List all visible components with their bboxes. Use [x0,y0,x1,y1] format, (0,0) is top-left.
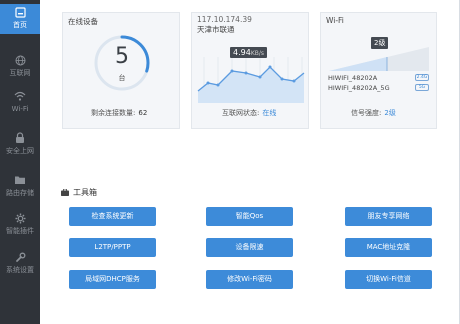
signal-label: 信号强度: [351,109,382,117]
sidebar-item-label: 系统设置 [6,266,34,274]
sidebar-item-plugins[interactable]: 智能插件 [0,210,40,240]
l2tp-pptp-button[interactable]: L2TP/PPTP [69,238,156,257]
signal-value: 2级 [384,109,396,117]
ssid-5g: HIWIFI_48202A_5G [328,84,390,92]
wrench-icon [15,249,26,265]
internet-status: 互联网状态: 在线 [222,108,276,118]
lan-dhcp-button[interactable]: 局域网DHCP服务 [69,270,156,289]
mac-clone-button[interactable]: MAC地址克隆 [345,238,432,257]
sidebar-item-home[interactable]: 首页 [0,4,40,34]
sidebar-item-label: Wi-Fi [11,105,29,113]
card-title: Wi-Fi [326,16,344,25]
toolbox-title: 工具箱 [73,188,97,197]
online-devices-card[interactable]: 在线设备 5 台 剩余连接数量: 62 [62,12,180,129]
sidebar-item-internet[interactable]: 互联网 [0,52,40,82]
ip-address: 117.10.174.39 [197,15,252,24]
speed-badge: 4.94KB/s [230,47,268,58]
device-count: 5 [115,44,129,69]
speed-unit: KB/s [250,50,265,57]
gear-icon [15,210,26,226]
device-speed-limit-button[interactable]: 设备限速 [206,238,293,257]
signal-strength: 信号强度: 2级 [351,108,396,118]
guest-network-button[interactable]: 朋友专享网络 [345,207,432,226]
folder-icon [14,172,26,188]
status-label: 互联网状态: [222,109,260,117]
ssid-24g: HIWIFI_48202A [328,74,378,82]
signal-level-badge: 2级 [371,37,389,49]
sidebar-item-label: 智能插件 [6,227,34,235]
sidebar-item-security[interactable]: 安全上网 [0,130,40,160]
sidebar-item-wifi[interactable]: Wi-Fi [0,88,40,118]
band-5g-badge: 5G [415,84,429,91]
change-wifi-password-button[interactable]: 修改Wi-Fi密码 [206,270,293,289]
main-content: 在线设备 5 台 剩余连接数量: 62 117.10.174.39 天津市联通 4… [40,0,460,324]
wifi-card[interactable]: Wi-Fi 2级 HIWIFI_48202A 2.4G HIWIFI_48202… [320,12,437,129]
smart-qos-button[interactable]: 智能Qos [206,207,293,226]
device-unit: 台 [118,74,126,82]
sidebar-item-label: 安全上网 [6,147,34,155]
sidebar-item-label: 互联网 [9,69,31,77]
speed-value: 4.94 [233,48,251,57]
speed-graph [197,57,305,103]
lock-icon [15,130,25,146]
toolbox-icon [61,189,69,196]
internet-card[interactable]: 117.10.174.39 天津市联通 4.94KB/s 互联网状态: 在线 [191,12,309,129]
toolbox-heading: 工具箱 [61,187,97,198]
isp-name: 天津市联通 [197,25,235,34]
switch-wifi-channel-button[interactable]: 切换Wi-Fi信道 [345,270,432,289]
home-icon [14,4,26,20]
signal-bar [329,47,429,71]
sidebar-item-settings[interactable]: 系统设置 [0,249,40,279]
card-title: 在线设备 [68,17,98,26]
globe-icon [15,52,26,68]
status-value: 在线 [262,109,277,117]
sidebar-item-storage[interactable]: 路由存储 [0,172,40,202]
sidebar-item-label: 首页 [13,21,27,29]
band-24g-badge: 2.4G [415,74,429,81]
remaining-value: 62 [138,109,148,117]
wifi-icon [14,88,26,104]
sidebar: 首页 互联网 Wi-Fi 安全上网 路由存储 智能插件 系统设置 [0,0,40,324]
check-update-button[interactable]: 检查系统更新 [69,207,156,226]
remaining-connections: 剩余连接数量: 62 [91,108,147,118]
remaining-label: 剩余连接数量: [91,109,136,117]
sidebar-item-label: 路由存储 [6,189,34,197]
